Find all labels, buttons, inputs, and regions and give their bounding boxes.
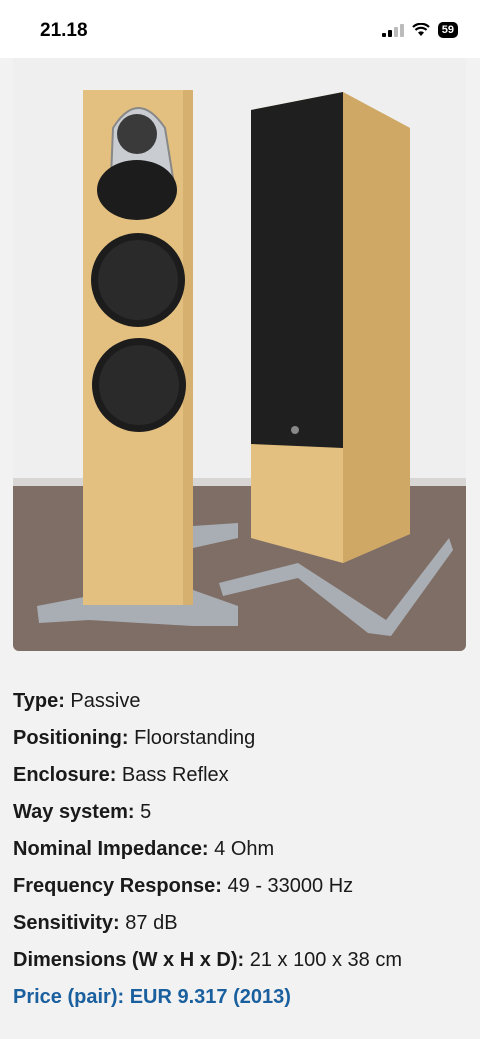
spec-value: 21 x 100 x 38 cm <box>249 949 403 971</box>
spec-row-enclosure: Enclosure: Bass Reflex <box>13 760 468 797</box>
spec-value: 87 dB <box>125 912 178 934</box>
spec-row-frequency: Frequency Response: 49 - 33000 Hz <box>13 871 468 908</box>
price-link[interactable]: Price (pair): EUR 9.317 (2013) <box>13 982 468 1019</box>
spec-row-sensitivity: Sensitivity: 87 dB <box>13 908 468 945</box>
spec-value: 49 - 33000 Hz <box>227 875 354 897</box>
speaker-pair-image <box>13 58 466 651</box>
spec-label: Positioning: <box>13 727 129 749</box>
spec-value: Bass Reflex <box>121 764 229 786</box>
spec-label: Sensitivity: <box>13 912 120 934</box>
spec-row-impedance: Nominal Impedance: 4 Ohm <box>13 834 468 871</box>
spec-row-type: Type: Passive <box>13 686 468 723</box>
battery-icon: 59 <box>437 22 458 38</box>
spec-row-way-system: Way system: 5 <box>13 797 468 834</box>
cellular-signal-icon <box>381 23 404 37</box>
price-label: Price (pair): <box>13 986 125 1008</box>
spec-label: Way system: <box>13 801 135 823</box>
clock: 21.18 <box>40 20 88 41</box>
spec-value: 5 <box>140 801 152 823</box>
spec-value: Floorstanding <box>134 727 256 749</box>
spec-row-dimensions: Dimensions (W x H x D): 21 x 100 x 38 cm <box>13 945 468 982</box>
spec-label: Enclosure: <box>13 764 117 786</box>
price-value: EUR 9.317 (2013) <box>129 986 291 1008</box>
product-image[interactable] <box>13 58 466 651</box>
spec-value: Passive <box>70 690 141 712</box>
spec-label: Dimensions (W x H x D): <box>13 949 245 971</box>
spec-label: Type: <box>13 690 65 712</box>
wifi-icon <box>411 23 430 36</box>
status-icons: 59 <box>381 22 458 38</box>
spec-label: Frequency Response: <box>13 875 222 897</box>
spec-value: 4 Ohm <box>214 838 275 860</box>
spec-row-positioning: Positioning: Floorstanding <box>13 723 468 760</box>
status-bar: 21.18 59 <box>0 0 480 58</box>
spec-list: Type: Passive Positioning: Floorstanding… <box>13 686 468 1019</box>
spec-label: Nominal Impedance: <box>13 838 209 860</box>
